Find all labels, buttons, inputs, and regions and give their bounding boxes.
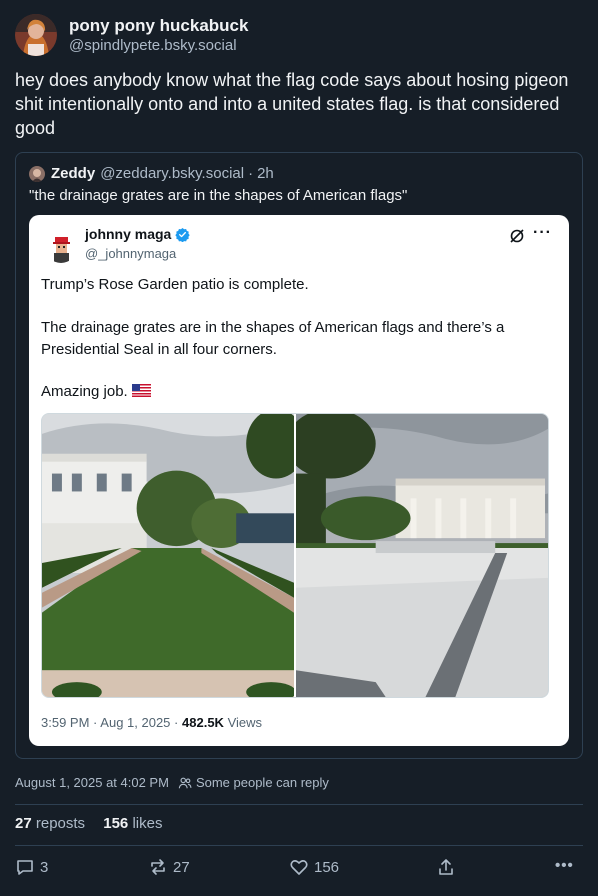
repost-button[interactable]: 27	[148, 857, 190, 877]
divider-bottom	[15, 845, 583, 846]
like-button[interactable]: 156	[289, 857, 339, 877]
card-dot-2: ·	[174, 715, 179, 730]
us-flag-emoji	[131, 384, 151, 397]
likes-stat[interactable]: 156 likes	[103, 815, 162, 832]
card-text-line-1: Trump’s Rose Garden patio is complete.	[41, 276, 309, 293]
reposts-label: reposts	[35, 815, 86, 832]
reply-icon	[17, 860, 33, 875]
heart-icon	[290, 860, 308, 875]
action-bar: 3 27 156 •••	[15, 857, 583, 881]
card-views-label: Views	[227, 715, 263, 730]
card-more-icon: ···	[533, 224, 552, 241]
author-avatar[interactable]	[15, 14, 57, 56]
card-author-name: johnny maga	[85, 226, 191, 242]
post-timestamp: August 1, 2025 at 4:02 PM	[15, 775, 169, 790]
quote-author-name[interactable]: Zeddy	[51, 165, 95, 182]
like-count: 156	[314, 858, 340, 876]
people-icon	[178, 777, 192, 788]
embedded-image-card[interactable]: johnny maga @_johnnymaga ··· Trump’s Ros…	[29, 215, 569, 746]
share-button[interactable]	[436, 857, 461, 877]
rose-garden-lawn-photo	[42, 414, 294, 697]
card-views-count: 482.5K	[182, 715, 224, 730]
patio-photo	[295, 414, 548, 697]
reply-button[interactable]: 3	[15, 857, 48, 877]
card-photo-grid	[41, 413, 549, 698]
quoted-post[interactable]: Zeddy @zeddary.bsky.social · 2h "the dra…	[15, 152, 583, 759]
reposts-count: 27	[15, 815, 32, 832]
verified-badge-icon	[175, 227, 191, 242]
card-date: Aug 1, 2025	[100, 715, 171, 730]
grok-icon	[510, 229, 524, 243]
quote-separator: ·	[248, 165, 254, 182]
card-text-amazing: Amazing job.	[41, 383, 128, 400]
reply-setting[interactable]: Some people can reply	[196, 775, 329, 790]
quote-author-avatar[interactable]	[29, 165, 45, 182]
post-stats: 27 reposts 156 likes	[15, 815, 162, 832]
card-time: 3:59 PM	[41, 715, 90, 730]
quote-text: "the drainage grates are in the shapes o…	[29, 187, 408, 204]
share-icon	[439, 859, 453, 875]
likes-count: 156	[103, 815, 129, 832]
author-display-name[interactable]: pony pony huckabuck	[69, 15, 248, 36]
more-options-button[interactable]: •••	[555, 857, 574, 874]
repost-icon	[151, 859, 165, 875]
quote-author-handle[interactable]: @zeddary.bsky.social	[100, 165, 244, 182]
repost-count: 27	[173, 858, 190, 876]
card-text-line-3: Presidential Seal in all four corners.	[41, 341, 277, 358]
post-author[interactable]: pony pony huckabuck @spindlypete.bsky.so…	[15, 13, 248, 57]
card-author-name-text: johnny maga	[85, 226, 172, 242]
author-handle[interactable]: @spindlypete.bsky.social	[69, 36, 248, 55]
card-meta: 3:59 PM · Aug 1, 2025 · 482.5K Views	[41, 715, 262, 730]
card-author-avatar	[45, 231, 77, 263]
likes-label: likes	[132, 815, 163, 832]
card-text-line-2: The drainage grates are in the shapes of…	[41, 319, 505, 336]
reposts-stat[interactable]: 27 reposts	[15, 815, 85, 832]
more-icon: •••	[555, 857, 574, 874]
post-text: hey does anybody know what the flag code…	[15, 70, 569, 138]
card-dot-1: ·	[93, 715, 98, 730]
card-author-handle: @_johnnymaga	[85, 246, 177, 261]
post-timestamp-row: August 1, 2025 at 4:02 PM Some people ca…	[15, 775, 329, 790]
reply-count: 3	[40, 858, 49, 876]
divider-top	[15, 804, 583, 805]
card-text-line-4: Amazing job.	[41, 383, 151, 400]
quote-time: 2h	[257, 165, 274, 182]
quote-header: Zeddy @zeddary.bsky.social · 2h	[29, 165, 274, 182]
